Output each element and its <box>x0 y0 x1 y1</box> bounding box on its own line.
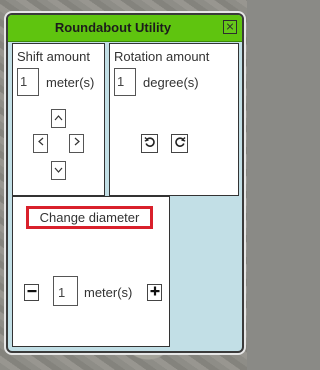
shift-panel: Shift amount 1 meter(s) <box>12 43 105 196</box>
plus-icon <box>150 286 159 296</box>
rotation-amount-label: Rotation amount <box>114 49 210 64</box>
shift-amount-input[interactable]: 1 <box>17 68 39 96</box>
rotate-cw-icon <box>174 137 186 147</box>
diameter-panel: Change diameter 1 meter(s) <box>12 196 170 347</box>
close-icon[interactable] <box>223 20 237 34</box>
rotate-cw-button[interactable] <box>171 134 188 153</box>
rotation-panel: Rotation amount 1 degree(s) <box>109 43 239 196</box>
rotation-unit-label: degree(s) <box>143 75 199 90</box>
shift-up-button[interactable] <box>51 109 66 128</box>
rotation-amount-input[interactable]: 1 <box>114 68 136 96</box>
shift-unit-label: meter(s) <box>46 75 95 90</box>
diameter-unit-label: meter(s) <box>84 285 133 300</box>
roundabout-utility-window: Roundabout Utility Shift amount 1 meter(… <box>6 13 244 353</box>
chevron-left-icon <box>37 137 43 146</box>
shift-amount-label: Shift amount <box>17 49 90 64</box>
chevron-down-icon <box>54 167 63 173</box>
shift-right-button[interactable] <box>69 134 84 153</box>
shift-left-button[interactable] <box>33 134 48 153</box>
diameter-plus-button[interactable] <box>147 284 162 301</box>
diameter-input[interactable]: 1 <box>53 276 78 306</box>
change-diameter-label: Change diameter <box>26 206 153 229</box>
diameter-minus-button[interactable] <box>24 284 39 301</box>
rotate-ccw-button[interactable] <box>141 134 158 153</box>
window-title: Roundabout Utility <box>54 20 172 35</box>
minus-icon <box>27 290 36 293</box>
chevron-up-icon <box>54 115 63 121</box>
rotate-ccw-icon <box>143 137 155 147</box>
chevron-right-icon <box>74 137 80 146</box>
shift-down-button[interactable] <box>51 161 66 180</box>
titlebar[interactable]: Roundabout Utility <box>8 15 242 42</box>
